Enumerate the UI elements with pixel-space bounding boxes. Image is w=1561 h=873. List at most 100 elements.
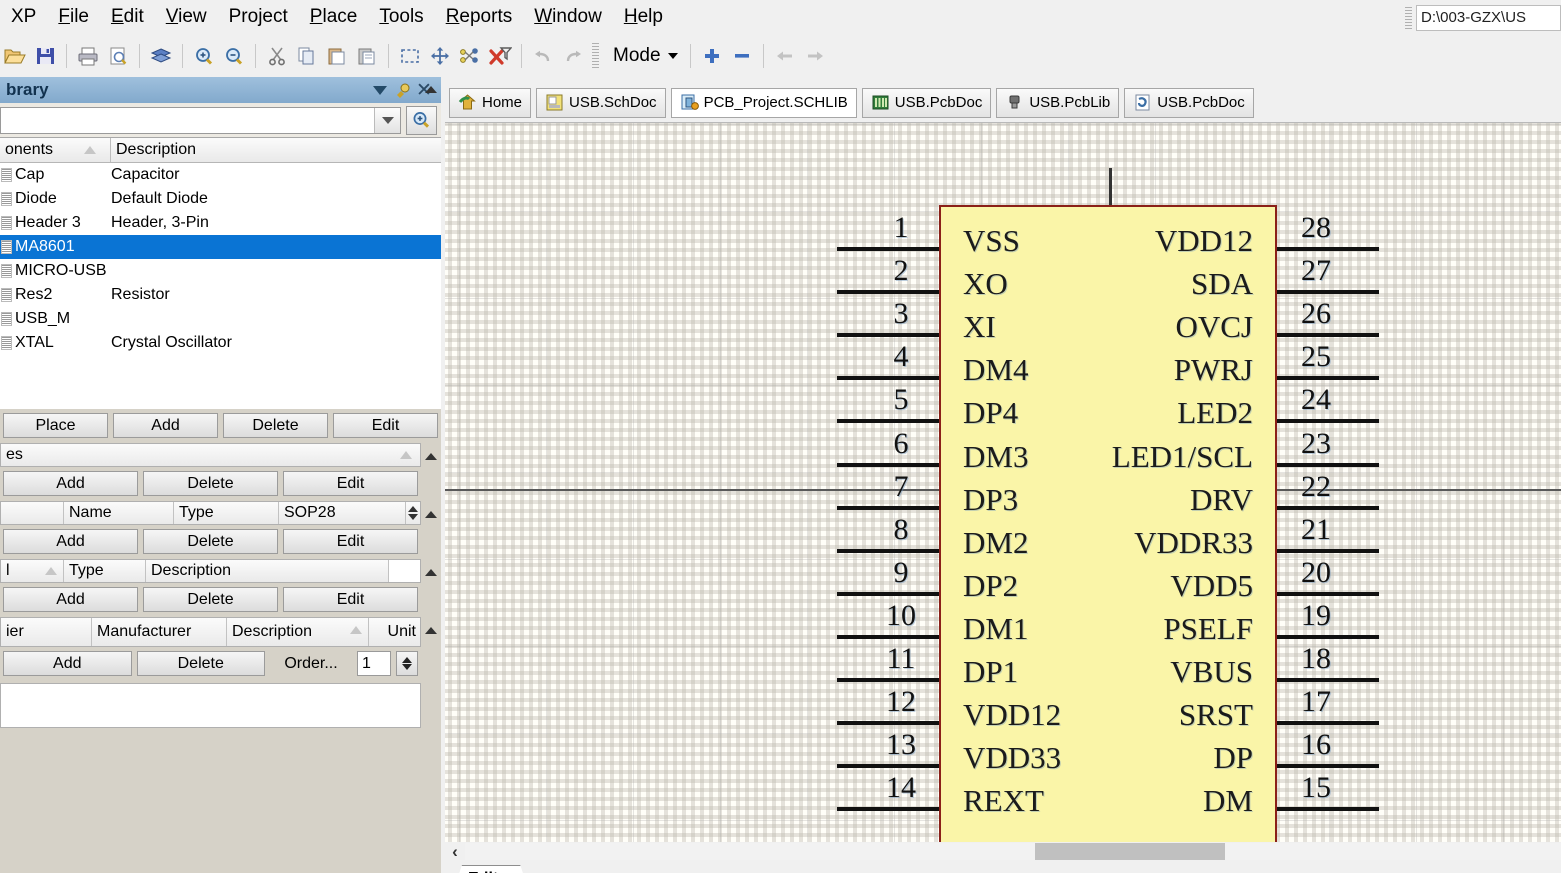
column-header-components[interactable]: onents — [0, 138, 110, 162]
remove-icon[interactable] — [727, 41, 757, 71]
models-header[interactable]: l Type Description — [0, 559, 437, 583]
mode-dropdown[interactable]: Mode — [607, 43, 684, 69]
pin-line-right[interactable] — [1277, 591, 1379, 596]
supplier-delete-button[interactable]: Delete — [136, 651, 265, 676]
pin-line-left[interactable] — [837, 462, 939, 467]
supplier-col-unit[interactable]: Unit — [368, 618, 420, 646]
save-icon[interactable] — [30, 41, 60, 71]
scroll-up-icon[interactable] — [422, 445, 439, 467]
toolbar-grip[interactable] — [1405, 7, 1412, 29]
print-preview-icon[interactable] — [103, 41, 133, 71]
pin-line-left[interactable] — [837, 333, 939, 338]
tab-usb-pcblib[interactable]: USB.PcbLib — [996, 87, 1120, 118]
menu-item-reports[interactable]: Reports — [435, 4, 524, 30]
component-list-item[interactable]: Header 3 Header, 3-Pin — [0, 211, 441, 235]
supplier-header[interactable]: ier Manufacturer Description Unit — [0, 617, 437, 647]
copy-icon[interactable] — [292, 41, 322, 71]
pin-line-right[interactable] — [1277, 548, 1379, 553]
scrollbar-thumb[interactable] — [1035, 843, 1225, 860]
order-quantity-input[interactable]: 1 — [357, 651, 391, 676]
pin-line-left[interactable] — [837, 505, 939, 510]
component-list-item[interactable]: MA8601 — [0, 235, 441, 259]
schematic-canvas[interactable]: 1 VSS 2 XO 3 XI 4 DM4 5 DP4 6 DM3 7 DP3 8 DM2 9 DP2 10 DM1 1… — [445, 122, 1561, 842]
supplier-col-description[interactable]: Description — [226, 618, 368, 646]
models-col-type[interactable]: Type — [63, 560, 145, 582]
pin-line-right[interactable] — [1277, 290, 1379, 295]
print-icon[interactable] — [73, 41, 103, 71]
toolbar-grip[interactable] — [592, 42, 599, 69]
scrollbar-track[interactable] — [465, 843, 1561, 860]
pins-add-button[interactable]: Add — [3, 529, 138, 554]
models-col-name[interactable]: l — [1, 560, 63, 582]
menu-item-xp[interactable]: XP — [0, 4, 47, 30]
library-select[interactable] — [0, 106, 401, 134]
tab-usb-schdoc[interactable]: USB.SchDoc — [536, 87, 666, 118]
pin-line-left[interactable] — [837, 807, 939, 812]
document-path-field[interactable]: D:\003-GZX\US — [1416, 5, 1561, 31]
pins-col-type[interactable]: Type — [173, 502, 278, 524]
pin-line-left[interactable] — [837, 247, 939, 251]
supplier-col-manufacturer[interactable]: Manufacturer — [91, 618, 226, 646]
pin-line-left[interactable] — [837, 548, 939, 553]
add-button[interactable]: Add — [113, 413, 218, 438]
scroll-left-icon[interactable]: ‹ — [445, 842, 465, 862]
models-delete-button[interactable]: Delete — [143, 587, 278, 612]
align-icon[interactable] — [455, 41, 485, 71]
zoom-out-icon[interactable] — [219, 41, 249, 71]
order-quantity-stepper[interactable] — [396, 651, 418, 676]
models-add-button[interactable]: Add — [3, 587, 138, 612]
column-header-description[interactable]: Description — [110, 138, 441, 162]
paste-icon[interactable] — [322, 41, 352, 71]
pin-line-left[interactable] — [837, 376, 939, 381]
pin-line-right[interactable] — [1277, 721, 1379, 726]
pin-line-left[interactable] — [837, 721, 939, 726]
pins-edit-button[interactable]: Edit — [283, 529, 418, 554]
move-icon[interactable] — [425, 41, 455, 71]
select-area-icon[interactable] — [395, 41, 425, 71]
undo-icon[interactable] — [528, 41, 558, 71]
components-list[interactable]: onents Description Cap Capacitor Diode Defa… — [0, 137, 441, 409]
menu-item-help[interactable]: Help — [613, 4, 674, 30]
chevron-down-icon[interactable] — [374, 107, 400, 133]
pins-delete-button[interactable]: Delete — [143, 529, 278, 554]
models-col-description[interactable]: Description — [145, 560, 388, 582]
menu-item-file[interactable]: File — [47, 4, 100, 30]
supplier-col-supplier[interactable]: ier — [1, 618, 91, 646]
next-icon[interactable] — [800, 41, 830, 71]
menu-item-edit[interactable]: Edit — [100, 4, 155, 30]
pin-line-right[interactable] — [1277, 419, 1379, 424]
tab-usb-pcbdoc[interactable]: USB.PcbDoc — [1124, 87, 1254, 118]
pins-col-blank[interactable] — [1, 502, 63, 524]
pin-line-left[interactable] — [837, 764, 939, 769]
aliases-edit-button[interactable]: Edit — [283, 471, 418, 496]
scroll-up-icon[interactable] — [422, 561, 439, 583]
chevron-down-icon[interactable] — [369, 79, 391, 101]
models-edit-button[interactable]: Edit — [283, 587, 418, 612]
layers-icon[interactable] — [146, 41, 176, 71]
scroll-up-icon[interactable] — [422, 503, 439, 525]
menu-item-tools[interactable]: Tools — [368, 4, 434, 30]
tab-usb-pcbdoc[interactable]: USB.PcbDoc — [861, 87, 992, 118]
tab-pcb-project-schlib[interactable]: PCB_Project.SCHLIB — [670, 87, 857, 118]
add-icon[interactable] — [697, 41, 727, 71]
component-list-item[interactable]: USB_M — [0, 307, 441, 331]
component-list-item[interactable]: XTAL Crystal Oscillator — [0, 331, 441, 355]
supplier-order-button[interactable]: Order... — [270, 651, 352, 676]
pin-line-right[interactable] — [1277, 247, 1379, 251]
edit-button[interactable]: Edit — [333, 413, 438, 438]
search-icon[interactable] — [406, 105, 437, 135]
pin-line-right[interactable] — [1277, 634, 1379, 639]
prev-icon[interactable] — [770, 41, 800, 71]
component-list-item[interactable]: Cap Capacitor — [0, 163, 441, 187]
pin-line-right[interactable] — [1277, 678, 1379, 682]
cut-icon[interactable] — [262, 41, 292, 71]
scroll-up-icon[interactable] — [422, 619, 439, 641]
menu-item-view[interactable]: View — [155, 4, 218, 30]
aliases-add-button[interactable]: Add — [3, 471, 138, 496]
tab-home[interactable]: Home — [449, 87, 532, 118]
pin-line-left[interactable] — [837, 634, 939, 639]
models-col-extra[interactable] — [388, 560, 420, 582]
place-button[interactable]: Place — [3, 413, 108, 438]
menu-item-project[interactable]: Project — [218, 4, 299, 30]
menu-item-place[interactable]: Place — [299, 4, 369, 30]
